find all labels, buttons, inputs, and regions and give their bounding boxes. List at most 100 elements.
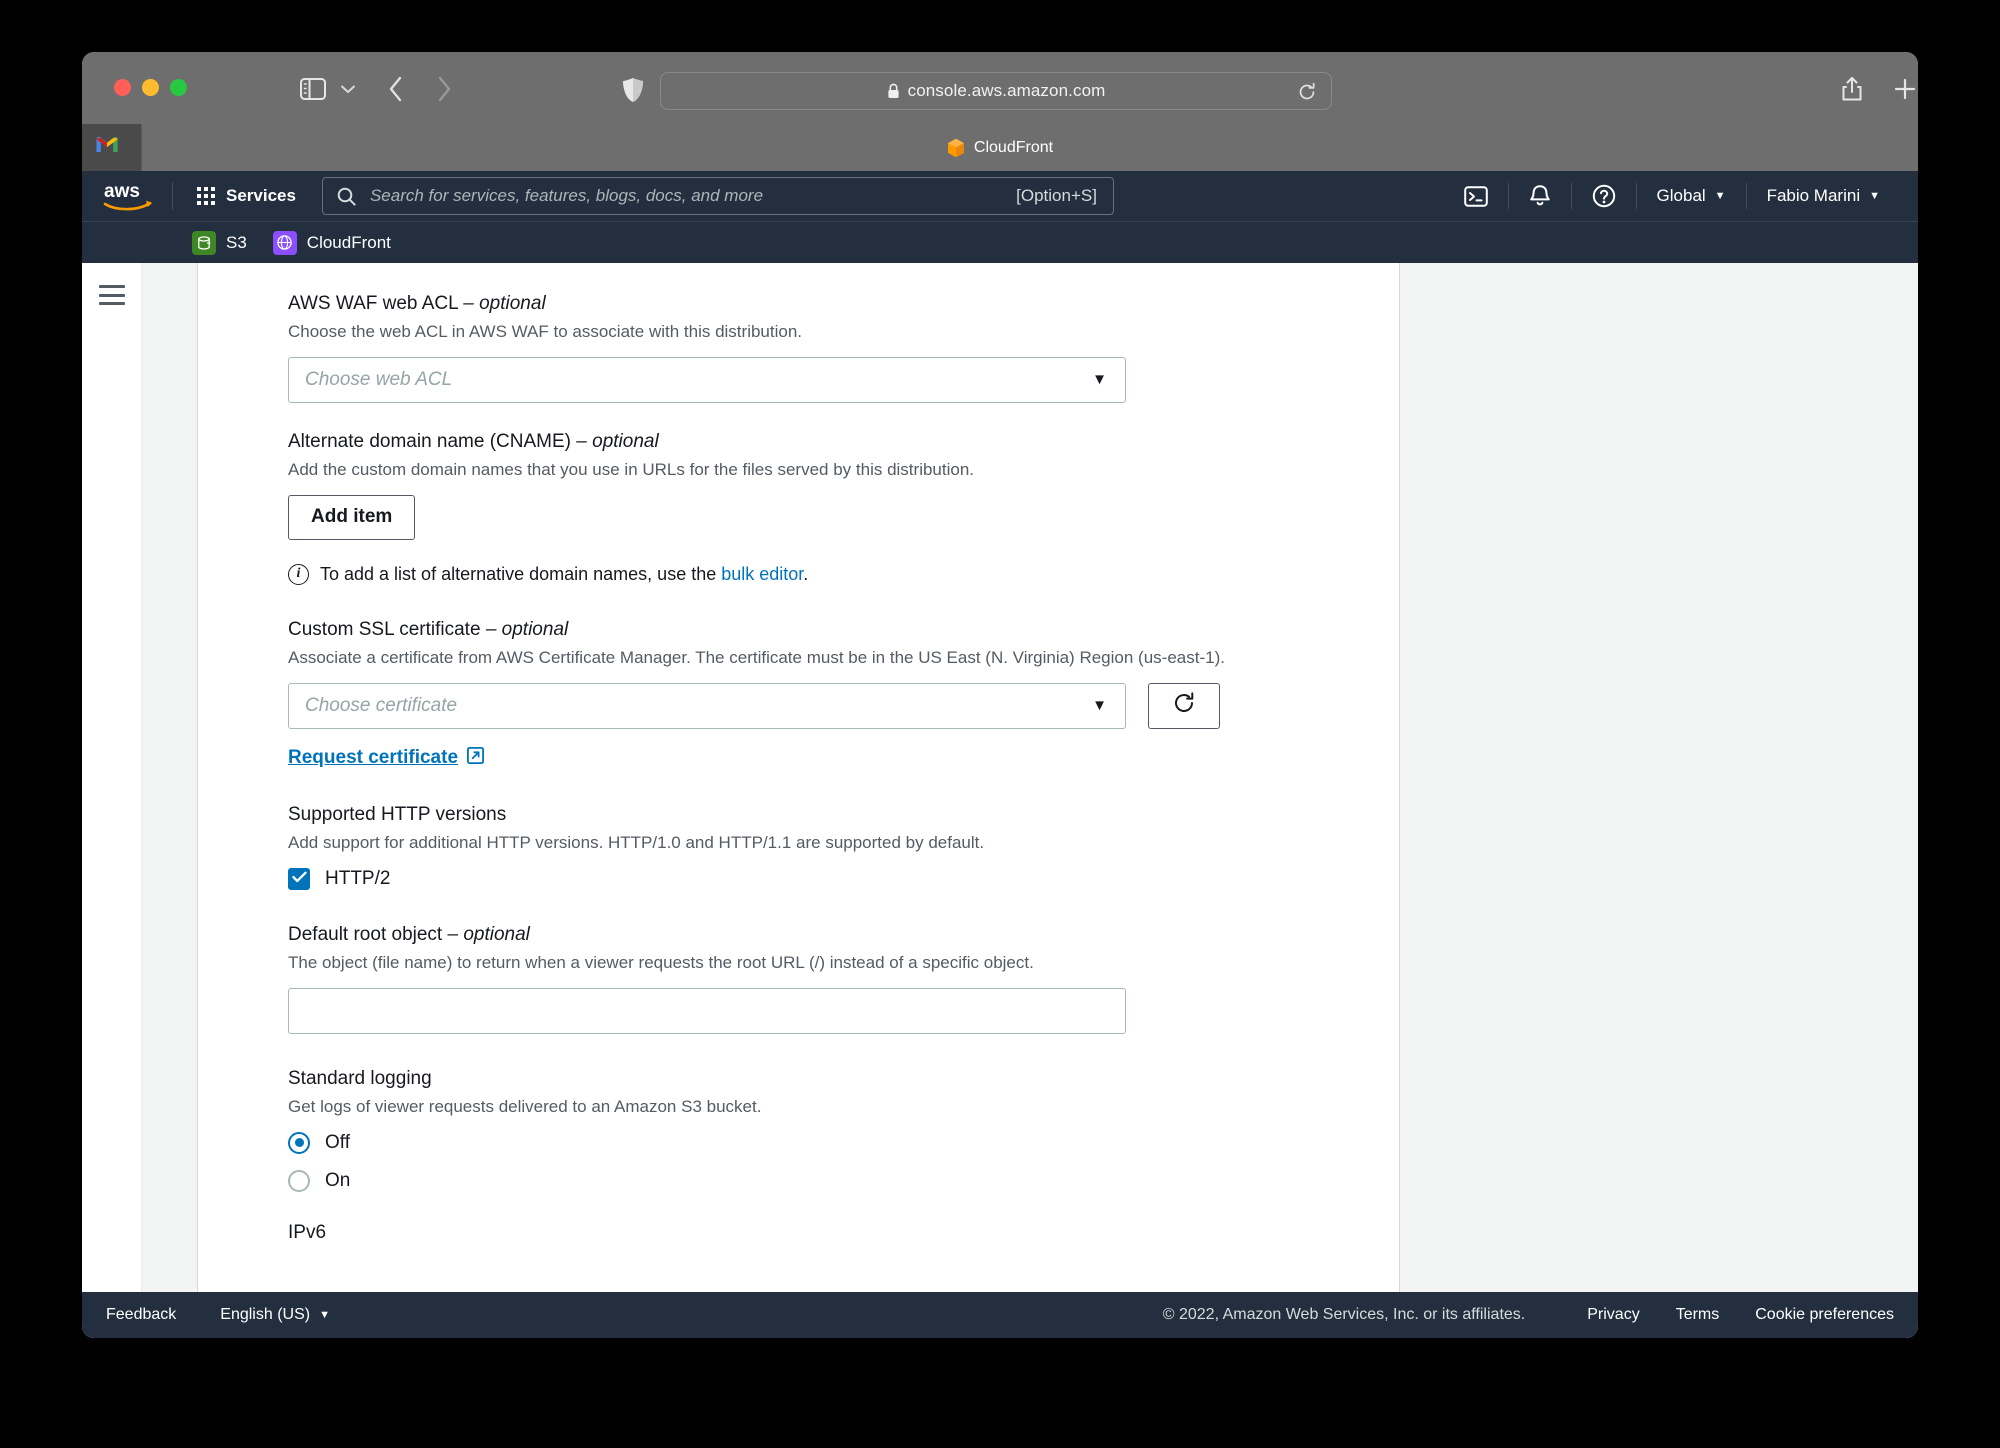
address-bar[interactable]: console.aws.amazon.com [660, 72, 1332, 110]
privacy-link[interactable]: Privacy [1587, 1306, 1639, 1324]
aws-logo[interactable]: aws [102, 179, 156, 213]
request-certificate-link[interactable]: Request certificate [288, 746, 485, 770]
help-button[interactable] [1572, 181, 1636, 211]
chevron-down-icon: ▼ [1092, 371, 1107, 389]
add-item-button[interactable]: Add item [288, 494, 416, 540]
waf-label-text: AWS WAF web ACL [288, 293, 458, 314]
ssl-label-text: Custom SSL certificate [288, 618, 481, 640]
topnav-right-cluster: Global ▼ Fabio Marini ▼ [1444, 171, 1900, 221]
right-empty-pane [1400, 263, 1918, 1292]
footer-left: Feedback English (US) ▼ [106, 1306, 330, 1324]
address-text: console.aws.amazon.com [907, 81, 1106, 100]
sidebar-chevron-down-icon[interactable] [339, 79, 357, 99]
field-default-root-object: Default root object – optional The objec… [288, 924, 1399, 1034]
account-menu[interactable]: Fabio Marini ▼ [1747, 181, 1900, 211]
chevron-down-icon: ▼ [1092, 697, 1107, 715]
browser-back-button[interactable] [382, 74, 410, 104]
field-waf-web-acl: AWS WAF web ACL – optional Choose the we… [288, 293, 1399, 403]
bulk-editor-info-text: To add a list of alternative domain name… [320, 564, 808, 585]
lock-icon [887, 83, 900, 99]
region-selector[interactable]: Global ▼ [1637, 181, 1746, 211]
browser-forward-button[interactable] [430, 74, 458, 104]
logging-radio-off[interactable]: Off [288, 1131, 1399, 1154]
global-search-placeholder: Search for services, features, blogs, do… [369, 186, 764, 205]
select-placeholder: Choose web ACL [305, 368, 453, 390]
close-window-button[interactable] [114, 79, 131, 96]
services-label: Services [226, 186, 296, 205]
aws-console: aws Services Search for services, featur… [82, 171, 1918, 1338]
notifications-button[interactable] [1509, 181, 1571, 211]
ipv6-label-text: IPv6 [288, 1221, 327, 1243]
bulk-editor-link[interactable]: bulk editor [721, 564, 803, 584]
http-description: Add support for additional HTTP versions… [288, 832, 985, 852]
browser-tab-cloudfront[interactable]: CloudFront [900, 124, 1100, 171]
service-shortcut-cloudfront[interactable]: CloudFront [272, 230, 391, 255]
waf-web-acl-select[interactable]: Choose web ACL ▼ [288, 356, 1126, 403]
console-body: AWS WAF web ACL – optional Choose the we… [82, 263, 1918, 1292]
browser-window: console.aws.amazon.com CloudFront aws Se… [82, 52, 1918, 1338]
info-circle-icon: i [288, 563, 309, 585]
radio-label-on: On [325, 1169, 351, 1191]
cloudfront-cube-icon [947, 138, 965, 158]
sidebar-toggle-icon[interactable] [298, 76, 328, 102]
language-selector[interactable]: English (US) ▼ [220, 1306, 330, 1324]
svg-text:aws: aws [104, 181, 140, 202]
service-shortcut-s3[interactable]: S3 [192, 230, 247, 255]
terms-link[interactable]: Terms [1676, 1306, 1720, 1324]
minimize-window-button[interactable] [142, 79, 159, 96]
topnav-divider [172, 182, 173, 210]
content-gutter [142, 263, 198, 1292]
service-shortcut-label: CloudFront [306, 232, 391, 252]
cloudshell-button[interactable] [1444, 181, 1508, 211]
feedback-link[interactable]: Feedback [106, 1306, 176, 1324]
optional-marker: – optional [463, 293, 546, 314]
share-icon[interactable] [1838, 74, 1866, 104]
radio-button-on[interactable] [288, 1169, 310, 1192]
chevron-down-icon: ▼ [319, 1309, 330, 1321]
field-alternate-domain-name: Alternate domain name (CNAME) – optional… [288, 431, 1399, 585]
ssl-description: Associate a certificate from AWS Certifi… [288, 647, 1225, 667]
window-controls [114, 79, 187, 96]
service-shortcut-label: S3 [226, 232, 247, 252]
cname-label-text: Alternate domain name (CNAME) [288, 430, 571, 452]
logging-radio-on[interactable]: On [288, 1169, 1399, 1192]
default-root-object-input[interactable] [288, 987, 1126, 1034]
http2-checkbox-row[interactable]: HTTP/2 [288, 867, 1399, 890]
refresh-icon [1172, 691, 1196, 720]
info-prefix: To add a list of alternative domain name… [320, 563, 722, 584]
info-suffix: . [803, 563, 809, 584]
global-search-shortcut: [Option+S] [1016, 186, 1097, 205]
new-tab-plus-icon[interactable] [1891, 74, 1918, 104]
logging-description: Get logs of viewer requests delivered to… [288, 1096, 762, 1116]
field-ipv6: IPv6 [288, 1222, 1399, 1244]
radio-button-off[interactable] [288, 1131, 310, 1154]
services-menu-button[interactable]: Services [191, 180, 302, 212]
global-search-input[interactable]: Search for services, features, blogs, do… [321, 177, 1114, 215]
root-object-description: The object (file name) to return when a … [288, 952, 1034, 972]
optional-marker: – optional [485, 618, 569, 640]
field-label: Alternate domain name (CNAME) – optional [288, 431, 1399, 453]
console-footer: Feedback English (US) ▼ © 2022, Amazon W… [82, 1292, 1918, 1338]
browser-tab-strip: CloudFront [82, 124, 1918, 171]
ssl-certificate-select[interactable]: Choose certificate ▼ [288, 682, 1126, 729]
optional-marker: – optional [576, 430, 659, 452]
chevron-down-icon: ▼ [1869, 190, 1880, 202]
checkmark-icon [291, 870, 307, 888]
field-custom-ssl-certificate: Custom SSL certificate – optional Associ… [288, 619, 1399, 770]
language-label: English (US) [220, 1306, 311, 1323]
footer-right: © 2022, Amazon Web Services, Inc. or its… [1163, 1306, 1894, 1324]
gmail-icon [96, 136, 118, 159]
shield-icon[interactable] [620, 76, 646, 104]
maximize-window-button[interactable] [170, 79, 187, 96]
browser-tab-gmail[interactable] [82, 124, 142, 171]
field-label: Custom SSL certificate – optional [288, 619, 1399, 641]
refresh-certificates-button[interactable] [1148, 682, 1220, 729]
hamburger-menu-icon[interactable] [98, 285, 125, 305]
reload-icon[interactable] [1297, 82, 1317, 102]
root-object-label-text: Default root object [288, 923, 443, 945]
cookie-preferences-link[interactable]: Cookie preferences [1755, 1306, 1894, 1324]
http2-checkbox[interactable] [288, 867, 310, 890]
chevron-down-icon: ▼ [1714, 190, 1726, 202]
distribution-settings-form: AWS WAF web ACL – optional Choose the we… [198, 263, 1400, 1292]
copyright-text: © 2022, Amazon Web Services, Inc. or its… [1162, 1306, 1526, 1323]
